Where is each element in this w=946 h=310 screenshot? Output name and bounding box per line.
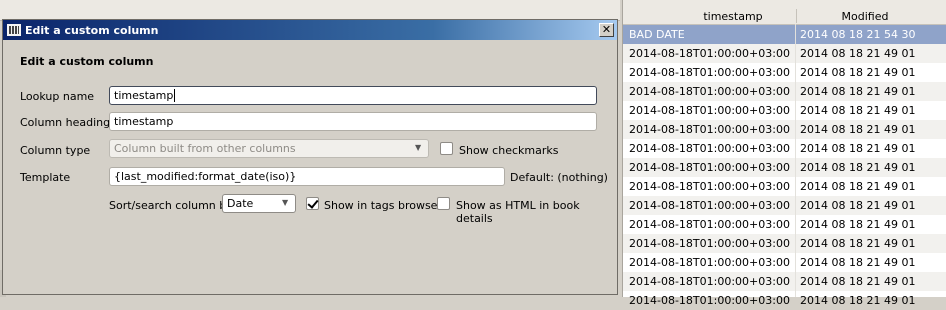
column-type-select[interactable]: Column built from other columns ▼ <box>109 139 429 158</box>
default-value-text: Default: (nothing) <box>510 171 608 184</box>
table-row[interactable]: 2014-08-18T01:00:00+03:00 2014 08 18 21 4… <box>623 196 946 215</box>
cell-modified: 2014 08 18 21 49 01 <box>800 161 916 174</box>
table-row[interactable]: 2014-08-18T01:00:00+03:00 2014 08 18 21 4… <box>623 44 946 63</box>
close-icon: ✕ <box>601 23 612 36</box>
table-row[interactable]: BAD DATE 2014 08 18 21 54 30 <box>623 25 946 44</box>
dialog-heading: Edit a custom column <box>20 55 154 68</box>
cell-timestamp: 2014-08-18T01:00:00+03:00 <box>629 237 790 250</box>
template-label: Template <box>20 171 71 184</box>
table-row[interactable]: 2014-08-18T01:00:00+03:00 2014 08 18 21 4… <box>623 63 946 82</box>
cell-timestamp: BAD DATE <box>629 28 685 41</box>
table-row[interactable]: 2014-08-18T01:00:00+03:00 2014 08 18 21 4… <box>623 291 946 310</box>
show-in-tags-browser-label: Show in tags browser <box>324 199 442 212</box>
cell-modified: 2014 08 18 21 49 01 <box>800 180 916 193</box>
background-header-strip <box>0 0 620 21</box>
template-value: {last_modified:format_date(iso)} <box>114 170 297 183</box>
cell-timestamp: 2014-08-18T01:00:00+03:00 <box>629 218 790 231</box>
column-type-value: Column built from other columns <box>114 142 296 155</box>
cell-modified: 2014 08 18 21 54 30 <box>800 28 916 41</box>
sort-search-select[interactable]: Date ▼ <box>222 194 296 213</box>
chevron-down-icon: ▼ <box>415 143 422 152</box>
cell-timestamp: 2014-08-18T01:00:00+03:00 <box>629 47 790 60</box>
close-button[interactable]: ✕ <box>599 23 614 37</box>
cell-timestamp: 2014-08-18T01:00:00+03:00 <box>629 180 790 193</box>
cell-modified: 2014 08 18 21 49 01 <box>800 294 916 307</box>
sort-search-label: Sort/search column by <box>109 199 233 212</box>
table-row[interactable]: 2014-08-18T01:00:00+03:00 2014 08 18 21 4… <box>623 253 946 272</box>
table-row[interactable]: 2014-08-18T01:00:00+03:00 2014 08 18 21 4… <box>623 177 946 196</box>
table-row[interactable]: 2014-08-18T01:00:00+03:00 2014 08 18 21 4… <box>623 158 946 177</box>
show-in-tags-browser-checkbox[interactable] <box>306 197 319 210</box>
table-header: timestamp Modified <box>623 0 946 25</box>
calibre-library-icon <box>7 24 21 36</box>
cell-timestamp: 2014-08-18T01:00:00+03:00 <box>629 161 790 174</box>
lookup-name-value: timestamp <box>114 89 174 102</box>
column-type-label: Column type <box>20 144 91 157</box>
template-input[interactable]: {last_modified:format_date(iso)} <box>109 167 505 186</box>
cell-modified: 2014 08 18 21 49 01 <box>800 256 916 269</box>
column-heading-label: Column heading <box>20 116 111 129</box>
header-corner <box>937 0 946 24</box>
table-row[interactable]: 2014-08-18T01:00:00+03:00 2014 08 18 21 4… <box>623 139 946 158</box>
cell-modified: 2014 08 18 21 49 01 <box>800 47 916 60</box>
column-divider[interactable] <box>796 9 797 23</box>
cell-modified: 2014 08 18 21 49 01 <box>800 237 916 250</box>
cell-timestamp: 2014-08-18T01:00:00+03:00 <box>629 294 790 307</box>
cell-modified: 2014 08 18 21 49 01 <box>800 123 916 136</box>
table-row[interactable]: 2014-08-18T01:00:00+03:00 2014 08 18 21 4… <box>623 272 946 291</box>
table-row[interactable]: 2014-08-18T01:00:00+03:00 2014 08 18 21 4… <box>623 82 946 101</box>
column-heading-value: timestamp <box>114 115 174 128</box>
column-header-modified[interactable]: Modified <box>815 10 915 23</box>
cell-modified: 2014 08 18 21 49 01 <box>800 85 916 98</box>
column-header-timestamp[interactable]: timestamp <box>683 10 783 23</box>
lookup-name-input[interactable]: timestamp <box>109 86 597 105</box>
lookup-name-label: Lookup name <box>20 90 95 103</box>
column-grid-line <box>795 24 796 297</box>
cell-timestamp: 2014-08-18T01:00:00+03:00 <box>629 85 790 98</box>
cell-timestamp: 2014-08-18T01:00:00+03:00 <box>629 142 790 155</box>
cell-modified: 2014 08 18 21 49 01 <box>800 104 916 117</box>
cell-modified: 2014 08 18 21 49 01 <box>800 142 916 155</box>
cell-modified: 2014 08 18 21 49 01 <box>800 66 916 79</box>
cell-modified: 2014 08 18 21 49 01 <box>800 218 916 231</box>
chevron-down-icon: ▼ <box>282 198 289 207</box>
cell-timestamp: 2014-08-18T01:00:00+03:00 <box>629 123 790 136</box>
dialog-title: Edit a custom column <box>25 24 159 37</box>
cell-modified: 2014 08 18 21 49 01 <box>800 199 916 212</box>
cell-timestamp: 2014-08-18T01:00:00+03:00 <box>629 104 790 117</box>
show-checkmarks-label: Show checkmarks <box>459 144 559 157</box>
edit-custom-column-dialog: Edit a custom column ✕ Edit a custom col… <box>2 19 618 295</box>
cell-timestamp: 2014-08-18T01:00:00+03:00 <box>629 199 790 212</box>
dialog-titlebar[interactable]: Edit a custom column ✕ <box>3 20 617 40</box>
book-list-table: timestamp Modified BAD DATE 2014 08 18 21… <box>622 0 946 307</box>
show-checkmarks-checkbox[interactable] <box>440 142 453 155</box>
table-row[interactable]: 2014-08-18T01:00:00+03:00 2014 08 18 21 4… <box>623 234 946 253</box>
table-row[interactable]: 2014-08-18T01:00:00+03:00 2014 08 18 21 4… <box>623 215 946 234</box>
sort-search-value: Date <box>227 197 254 210</box>
table-row[interactable]: 2014-08-18T01:00:00+03:00 2014 08 18 21 4… <box>623 120 946 139</box>
column-heading-input[interactable]: timestamp <box>109 112 597 131</box>
cell-timestamp: 2014-08-18T01:00:00+03:00 <box>629 275 790 288</box>
table-row[interactable]: 2014-08-18T01:00:00+03:00 2014 08 18 21 4… <box>623 101 946 120</box>
cell-timestamp: 2014-08-18T01:00:00+03:00 <box>629 66 790 79</box>
show-as-html-checkbox[interactable] <box>437 197 450 210</box>
show-as-html-label: Show as HTML in book details <box>456 199 580 225</box>
cell-timestamp: 2014-08-18T01:00:00+03:00 <box>629 256 790 269</box>
cell-modified: 2014 08 18 21 49 01 <box>800 275 916 288</box>
